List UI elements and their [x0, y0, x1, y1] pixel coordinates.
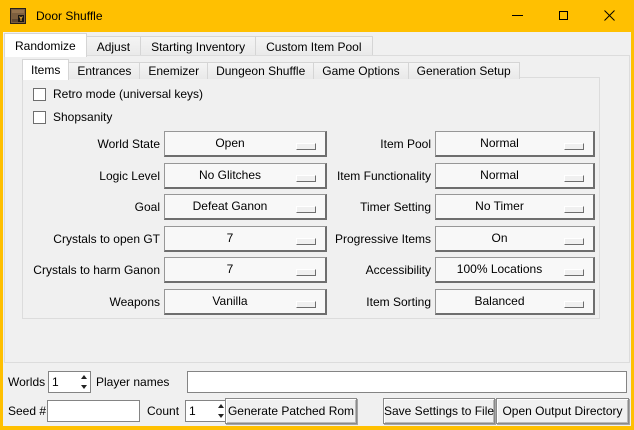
dropdown-indicator — [564, 206, 584, 213]
world-state-label: World State — [23, 131, 160, 157]
accessibility-label: Accessibility — [263, 257, 431, 283]
dropdown-indicator — [564, 238, 584, 245]
tab-randomize[interactable]: Randomize — [4, 33, 87, 57]
tab-adjust[interactable]: Adjust — [86, 36, 141, 56]
accessibility-dropdown[interactable]: 100% Locations — [435, 257, 595, 283]
title-bar[interactable]: Door Shuffle — [0, 0, 634, 32]
count-label: Count — [147, 400, 179, 422]
minimize-button[interactable] — [494, 0, 540, 31]
retro-mode-row: Retro mode (universal keys) — [33, 86, 203, 102]
tab-custom-item-pool[interactable]: Custom Item Pool — [255, 36, 372, 56]
client-area: Randomize Adjust Starting Inventory Cust… — [3, 32, 631, 426]
dropdown-indicator — [564, 269, 584, 276]
item-sorting-label: Item Sorting — [263, 289, 431, 315]
window-title: Door Shuffle — [36, 0, 103, 32]
weapons-label: Weapons — [23, 289, 160, 315]
sub-tab-bar: Items Entrances Enemizer Dungeon Shuffle… — [22, 58, 519, 79]
retro-mode-label: Retro mode (universal keys) — [53, 86, 203, 102]
up-arrow-icon — [218, 404, 224, 408]
down-arrow-icon — [81, 385, 87, 389]
worlds-spin-up[interactable] — [77, 372, 90, 382]
open-output-directory-button[interactable]: Open Output Directory — [496, 398, 629, 424]
timer-setting-label: Timer Setting — [263, 194, 431, 220]
maximize-icon — [559, 11, 568, 20]
maximize-button[interactable] — [540, 0, 586, 31]
logic-level-label: Logic Level — [23, 163, 160, 189]
item-functionality-label: Item Functionality — [263, 163, 431, 189]
tab-starting-inventory[interactable]: Starting Inventory — [140, 36, 256, 56]
item-sorting-dropdown[interactable]: Balanced — [435, 289, 595, 315]
subtab-game-options[interactable]: Game Options — [313, 62, 408, 79]
down-arrow-icon — [218, 414, 224, 418]
generate-patched-rom-button[interactable]: Generate Patched Rom — [225, 398, 357, 424]
worlds-label: Worlds — [8, 371, 45, 393]
save-settings-button[interactable]: Save Settings to File — [383, 398, 495, 424]
crystals-open-gt-label: Crystals to open GT — [23, 226, 160, 252]
dropdown-indicator — [564, 175, 584, 182]
shopsanity-label: Shopsanity — [53, 109, 112, 125]
dropdown-indicator — [564, 301, 584, 308]
worlds-input[interactable] — [49, 372, 77, 392]
subtab-generation-setup[interactable]: Generation Setup — [408, 62, 520, 79]
progressive-items-dropdown[interactable]: On — [435, 226, 595, 252]
app-icon — [10, 8, 26, 24]
worlds-spinbox[interactable] — [48, 371, 91, 393]
subtab-items[interactable]: Items — [22, 59, 69, 80]
up-arrow-icon — [81, 375, 87, 379]
items-tab-pane: Retro mode (universal keys) Shopsanity W… — [22, 77, 600, 319]
item-functionality-dropdown[interactable]: Normal — [435, 163, 595, 189]
count-spinbox[interactable] — [185, 400, 228, 422]
app-window: Door Shuffle Randomize Adjust Starting I… — [0, 0, 634, 430]
worlds-spin-down[interactable] — [77, 382, 90, 392]
subtab-dungeon-shuffle[interactable]: Dungeon Shuffle — [207, 62, 314, 79]
main-tab-bar: Randomize Adjust Starting Inventory Cust… — [4, 32, 372, 56]
close-button[interactable] — [586, 0, 632, 31]
minimize-icon — [512, 15, 523, 16]
shopsanity-checkbox[interactable] — [33, 111, 46, 124]
count-input[interactable] — [186, 401, 214, 421]
player-names-input[interactable] — [187, 371, 627, 393]
retro-mode-checkbox[interactable] — [33, 88, 46, 101]
seed-label: Seed # — [8, 400, 46, 422]
subtab-entrances[interactable]: Entrances — [68, 62, 140, 79]
subtab-enemizer[interactable]: Enemizer — [139, 62, 208, 79]
item-pool-dropdown[interactable]: Normal — [435, 131, 595, 157]
progressive-items-label: Progressive Items — [263, 226, 431, 252]
seed-input[interactable] — [47, 400, 140, 422]
goal-label: Goal — [23, 194, 160, 220]
crystals-harm-ganon-label: Crystals to harm Ganon — [23, 257, 160, 283]
close-icon — [604, 10, 615, 21]
player-names-label: Player names — [96, 371, 169, 393]
item-pool-label: Item Pool — [263, 131, 431, 157]
shopsanity-row: Shopsanity — [33, 109, 112, 125]
timer-setting-dropdown[interactable]: No Timer — [435, 194, 595, 220]
dropdown-indicator — [564, 143, 584, 150]
